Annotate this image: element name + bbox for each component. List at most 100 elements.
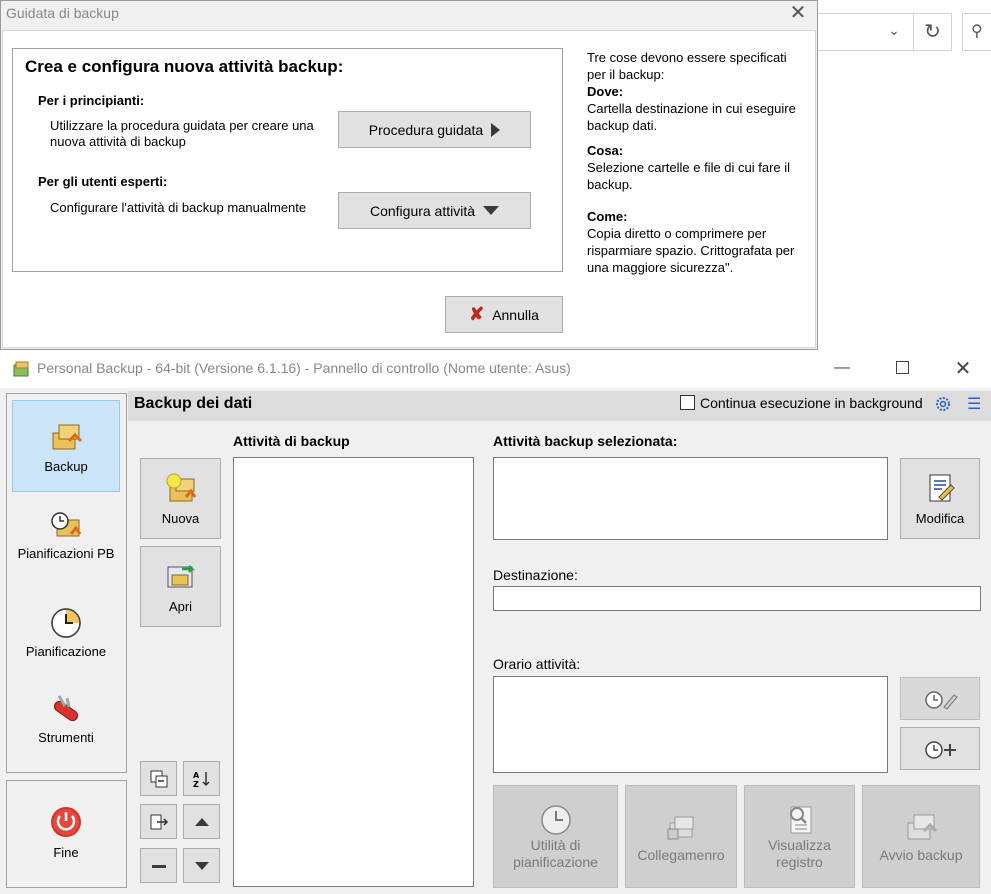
menu-icon[interactable]: ☰ [967, 394, 985, 413]
new-task-label: Nuova [161, 511, 200, 526]
x-mark-icon: ✘ [469, 304, 485, 324]
beginners-text: Utilizzare la procedura guidata per crea… [50, 118, 314, 149]
copy-icon [150, 770, 167, 787]
remove-task-button[interactable] [140, 848, 177, 883]
view-log-button[interactable]: Visualizza registro [744, 785, 855, 888]
wizard-heading: Crea e configura nuova attività backup: [25, 57, 344, 76]
background-checkbox[interactable] [680, 395, 695, 410]
window-close-icon[interactable]: ✕ [951, 356, 975, 380]
schedule-label: Orario attività: [493, 656, 581, 672]
info-where-title: Dove: [587, 84, 624, 99]
schedule-utility-label-2: pianificazione [513, 853, 598, 870]
start-backup-button[interactable]: Avvio backup [862, 785, 980, 888]
refresh-icon[interactable]: ↻ [914, 13, 952, 51]
schedule-utility-button[interactable]: Utilità di pianificazione [493, 785, 618, 888]
minus-icon [151, 864, 166, 868]
open-task-label: Apri [168, 599, 193, 614]
nav-schedules-pb[interactable]: Pianificazioni PB [12, 508, 120, 588]
edit-schedule-button[interactable] [900, 677, 980, 720]
nav-scheduling-label: Pianificazione [25, 644, 107, 659]
destination-field[interactable] [493, 586, 981, 611]
sort-az-icon: A Z [193, 771, 210, 789]
info-what-title: Cosa: [587, 143, 624, 158]
search-icon[interactable]: ⚲ [962, 13, 991, 51]
backup-folder-icon [52, 424, 83, 450]
nav-tools[interactable]: Strumenti [12, 692, 120, 772]
link-button[interactable]: Collegamenro [625, 785, 737, 888]
wizard-title: Guidata di backup [6, 5, 119, 21]
svg-text:A: A [193, 771, 200, 780]
view-log-label-1: Visualizza [768, 836, 831, 853]
edit-document-icon [929, 474, 955, 502]
view-log-label-2: registro [776, 853, 823, 870]
task-list[interactable] [233, 457, 474, 887]
wizard-procedure-button[interactable]: Procedura guidata [338, 111, 531, 148]
power-icon [51, 807, 81, 837]
add-schedule-button[interactable] [900, 727, 980, 770]
move-up-button[interactable] [183, 804, 220, 839]
schedule-folder-icon [51, 512, 82, 537]
nav-backup-label: Backup [44, 459, 88, 474]
backup-folder-icon [907, 814, 938, 840]
shortcut-folder-icon [667, 816, 694, 840]
configure-task-button[interactable]: Configura attività [338, 192, 531, 229]
gear-icon[interactable] [934, 395, 952, 413]
arrow-up-icon [194, 817, 209, 826]
sort-button[interactable]: A Z [183, 761, 220, 796]
info-what-text: Selezione cartelle e file di cui fare il… [587, 160, 791, 192]
play-icon [491, 122, 501, 137]
experts-title: Per gli utenti esperti: [38, 174, 168, 189]
svg-text:Z: Z [193, 780, 199, 789]
nav-backup[interactable]: Backup [12, 400, 120, 492]
destination-label: Destinazione: [493, 567, 578, 583]
cancel-button[interactable]: ✘ Annulla [445, 296, 563, 333]
wizard-procedure-label: Procedura guidata [368, 121, 484, 138]
new-task-button[interactable]: Nuova [140, 458, 221, 539]
start-backup-label: Avvio backup [879, 847, 963, 863]
info-where-text: Cartella destinazione in cui eseguire ba… [587, 101, 796, 133]
selected-task-title: Attività backup selezionata: [493, 433, 678, 449]
close-icon[interactable]: ✕ [786, 1, 810, 25]
wizard-info-panel: Tre cose devono essere specificati per i… [587, 49, 807, 276]
move-down-button[interactable] [183, 848, 220, 883]
nav-exit[interactable]: Fine [12, 805, 120, 875]
beginners-title: Per i principianti: [38, 93, 145, 108]
open-file-icon [167, 565, 195, 588]
triangle-down-icon [483, 206, 500, 215]
page-title: Backup dei dati [134, 395, 253, 412]
nav-tools-label: Strumenti [38, 730, 94, 745]
log-search-icon [789, 806, 811, 833]
copy-task-button[interactable] [140, 761, 177, 796]
export-icon [150, 814, 168, 829]
app-icon [13, 361, 29, 377]
chevron-down-icon[interactable]: ⌄ [884, 22, 904, 42]
selected-task-box [493, 457, 888, 540]
task-list-title: Attività di backup [233, 433, 350, 449]
stopwatch-edit-icon [925, 690, 958, 710]
info-intro: Tre cose devono essere specificati per i… [587, 50, 787, 82]
new-folder-icon [166, 473, 196, 502]
schedule-utility-label-1: Utilità di [530, 836, 581, 853]
wizard-options-panel [12, 48, 563, 272]
swiss-knife-icon [53, 695, 79, 722]
main-title: Personal Backup - 64-bit (Versione 6.1.1… [37, 360, 571, 376]
schedule-box [493, 676, 888, 773]
arrow-down-icon [194, 861, 209, 870]
modify-label: Modifica [915, 511, 965, 526]
nav-scheduling[interactable]: Pianificazione [12, 606, 120, 686]
link-label: Collegamenro [637, 847, 725, 863]
open-task-button[interactable]: Apri [140, 546, 221, 627]
stopwatch-add-icon [925, 740, 956, 759]
info-how-text: Copia diretto o comprimere per risparmia… [587, 226, 795, 275]
clock-icon [51, 608, 81, 638]
minimize-icon[interactable]: — [832, 359, 852, 379]
cancel-label: Annulla [492, 306, 539, 323]
background-checkbox-label[interactable]: Continua esecuzione in background [700, 395, 923, 411]
modify-button[interactable]: Modifica [900, 458, 980, 539]
nav-schedules-pb-label: Pianificazioni PB [17, 546, 115, 561]
info-how-title: Come: [587, 209, 628, 224]
nav-exit-label: Fine [53, 845, 79, 860]
export-task-button[interactable] [140, 804, 177, 839]
maximize-icon[interactable] [896, 361, 909, 374]
configure-task-label: Configura attività [369, 202, 476, 219]
